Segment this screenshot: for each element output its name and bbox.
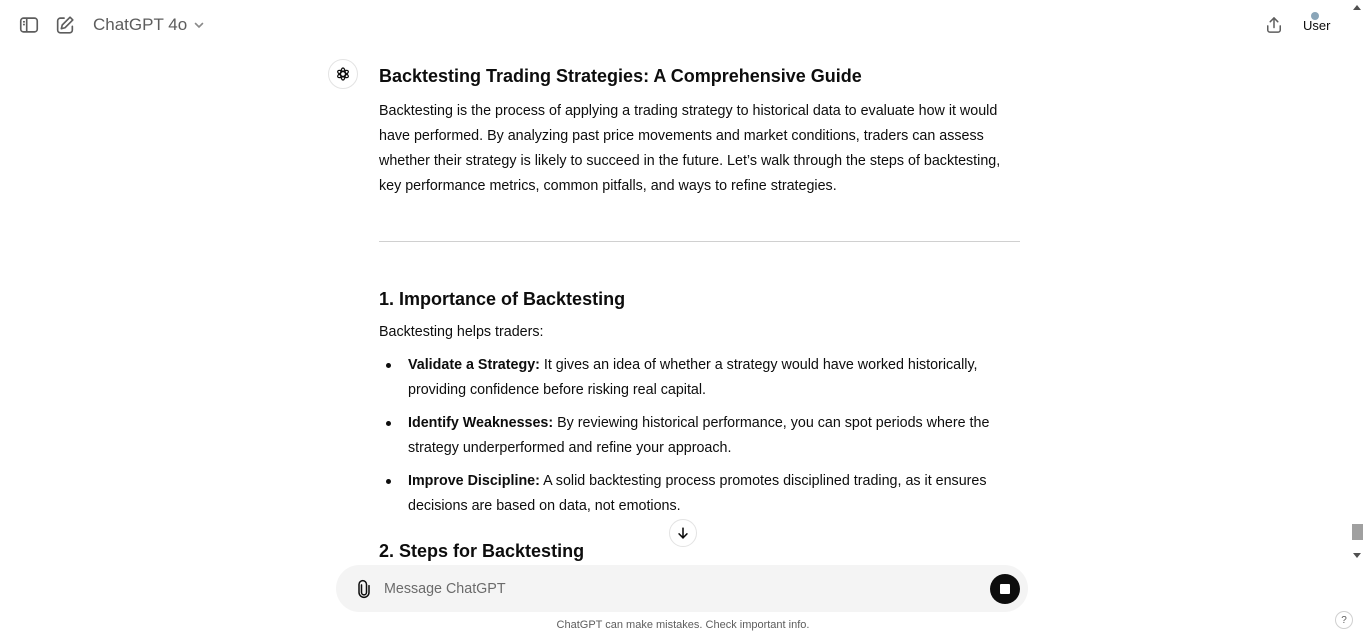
openai-logo-icon <box>337 67 349 81</box>
new-chat-button[interactable] <box>51 11 79 39</box>
list-item: Identify Weaknesses: By reviewing histor… <box>379 411 999 461</box>
bullet-list: Validate a Strategy: It gives an idea of… <box>379 353 999 527</box>
section-lead: Backtesting helps traders: <box>379 324 544 340</box>
list-item: Improve Discipline: A solid backtesting … <box>379 469 999 519</box>
article-title: Backtesting Trading Strategies: A Compre… <box>379 66 862 86</box>
list-item: Validate a Strategy: It gives an idea of… <box>379 353 999 403</box>
article-intro: Backtesting is the process of applying a… <box>379 103 1001 194</box>
message-composer <box>336 565 1028 612</box>
scrollbar[interactable] <box>1349 0 1366 565</box>
sidebar-toggle-button[interactable] <box>15 11 43 39</box>
attach-button[interactable] <box>350 575 378 603</box>
stop-button[interactable] <box>990 574 1020 604</box>
user-menu[interactable]: User <box>1301 12 1333 40</box>
model-selector[interactable]: ChatGPT 4o <box>93 15 205 35</box>
chevron-down-icon <box>194 22 204 29</box>
conversation-area: Backtesting Trading Strategies: A Compre… <box>0 52 1349 565</box>
section-heading: 1. Importance of Backtesting <box>379 289 626 309</box>
model-name: ChatGPT 4o <box>93 15 188 34</box>
disclaimer-text: ChatGPT can make mistakes. Check importa… <box>556 619 810 631</box>
list-item-term: Validate a Strategy: <box>408 357 540 373</box>
scroll-to-bottom-button[interactable] <box>669 519 697 547</box>
bullet-dot <box>386 479 391 484</box>
scroll-down-arrow-icon[interactable] <box>1353 553 1361 558</box>
bullet-dot <box>386 421 391 426</box>
list-item-term: Identify Weaknesses: <box>408 415 554 431</box>
stop-icon <box>1000 584 1010 594</box>
paperclip-icon <box>358 579 370 599</box>
section-heading: 2. Steps for Backtesting <box>379 541 585 561</box>
scroll-up-arrow-icon[interactable] <box>1353 5 1361 10</box>
edit-icon <box>56 16 74 34</box>
sidebar-toggle-icon <box>19 17 39 33</box>
scrollbar-thumb[interactable] <box>1352 524 1363 540</box>
list-item-term: Improve Discipline: <box>408 473 540 489</box>
divider <box>379 241 1020 242</box>
share-icon <box>1267 17 1281 33</box>
assistant-avatar <box>328 59 358 89</box>
user-label: User <box>1303 18 1331 33</box>
top-bar: ChatGPT 4o User <box>0 0 1349 52</box>
share-button[interactable] <box>1260 11 1288 39</box>
message-input[interactable] <box>384 577 974 601</box>
bullet-dot <box>386 363 391 368</box>
arrow-down-icon <box>678 527 688 539</box>
help-button[interactable]: ? <box>1335 611 1353 629</box>
